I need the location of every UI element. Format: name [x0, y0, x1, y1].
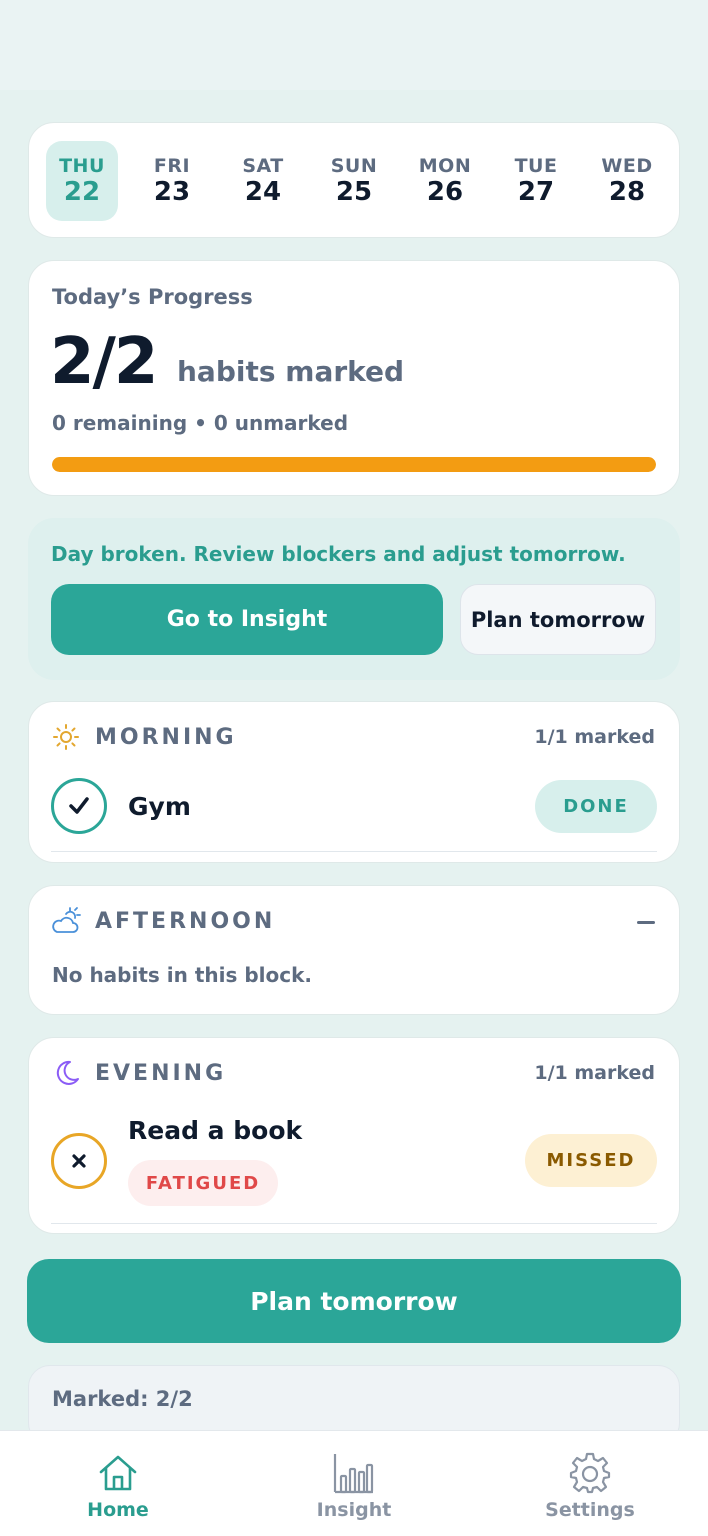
collapse-icon[interactable] [637, 921, 655, 924]
day-name: SAT [242, 155, 284, 177]
morning-header: MORNING [51, 722, 237, 752]
tab-settings[interactable]: Settings [510, 1451, 670, 1521]
gear-icon [569, 1452, 611, 1494]
afternoon-header: AFTERNOON [51, 906, 275, 936]
x-icon [72, 1154, 86, 1168]
day-name: THU [59, 155, 105, 177]
morning-count: 1/1 marked [534, 726, 655, 748]
empty-block-text: No habits in this block. [52, 963, 313, 987]
day-tue[interactable]: TUE 27 [500, 141, 572, 221]
progress-bar-fill [52, 457, 656, 472]
bottom-tab-bar: Home Insight Settings [0, 1430, 708, 1536]
morning-block: MORNING 1/1 marked Gym DONE [28, 701, 680, 863]
evening-block: EVENING 1/1 marked Read a book FATIGUED … [28, 1037, 680, 1234]
day-mon[interactable]: MON 26 [409, 141, 481, 221]
progress-subtext: 0 remaining • 0 unmarked [52, 411, 349, 435]
check-icon [69, 797, 89, 814]
day-broken-banner: Day broken. Review blockers and adjust t… [28, 518, 680, 680]
day-name: FRI [153, 155, 191, 177]
divider [51, 1223, 657, 1224]
progress-title: Today’s Progress [52, 285, 253, 309]
tab-label: Insight [316, 1499, 392, 1521]
week-strip: THU 22 FRI 23 SAT 24 SUN 25 MON 26 TUE 2… [28, 122, 680, 238]
evening-count: 1/1 marked [534, 1062, 655, 1084]
divider [51, 851, 657, 852]
progress-bar [52, 457, 656, 472]
day-name: WED [601, 155, 653, 177]
done-badge[interactable]: DONE [535, 780, 657, 833]
afternoon-title: AFTERNOON [95, 908, 276, 934]
tab-label: Home [87, 1499, 149, 1521]
plan-tomorrow-small-button[interactable]: Plan tomorrow [460, 584, 656, 655]
habit-name[interactable]: Read a book [128, 1116, 302, 1145]
habit-status-toggle[interactable] [51, 778, 107, 834]
day-number: 28 [608, 177, 646, 207]
progress-count: 2/2 [50, 325, 158, 399]
sun-icon [53, 724, 79, 750]
day-name: TUE [514, 155, 558, 177]
day-thu[interactable]: THU 22 [46, 141, 118, 221]
evening-title: EVENING [95, 1060, 227, 1086]
home-icon [99, 1455, 137, 1491]
bar-chart-icon [333, 1454, 374, 1494]
day-fri[interactable]: FRI 23 [136, 141, 208, 221]
tab-home[interactable]: Home [38, 1451, 198, 1521]
marked-summary-text: Marked: 2/2 [52, 1387, 193, 1411]
evening-header: EVENING [51, 1058, 226, 1088]
day-wed[interactable]: WED 28 [591, 141, 663, 221]
day-name: SUN [330, 155, 378, 177]
tab-insight[interactable]: Insight [274, 1451, 434, 1521]
banner-text: Day broken. Review blockers and adjust t… [51, 542, 626, 566]
progress-label: habits marked [177, 355, 405, 388]
day-number: 27 [517, 177, 555, 207]
day-name: MON [418, 155, 472, 177]
cloud-sun-icon [52, 907, 81, 933]
day-sat[interactable]: SAT 24 [227, 141, 299, 221]
afternoon-block: AFTERNOON No habits in this block. [28, 885, 680, 1015]
day-number: 22 [63, 177, 101, 207]
day-number: 24 [244, 177, 282, 207]
progress-card: Today’s Progress 2/2 habits marked 0 rem… [28, 260, 680, 496]
habit-status-toggle[interactable] [51, 1133, 107, 1189]
status-bar-area [0, 0, 708, 90]
day-sun[interactable]: SUN 25 [318, 141, 390, 221]
morning-title: MORNING [95, 724, 237, 750]
day-number: 23 [153, 177, 191, 207]
moon-icon [56, 1060, 79, 1085]
tab-label: Settings [545, 1499, 635, 1521]
day-number: 25 [335, 177, 373, 207]
fatigued-tag: FATIGUED [128, 1160, 278, 1206]
missed-badge[interactable]: MISSED [525, 1134, 657, 1187]
habit-name[interactable]: Gym [128, 792, 191, 821]
go-to-insight-button[interactable]: Go to Insight [51, 584, 443, 655]
plan-tomorrow-button[interactable]: Plan tomorrow [27, 1259, 681, 1343]
day-number: 26 [426, 177, 464, 207]
